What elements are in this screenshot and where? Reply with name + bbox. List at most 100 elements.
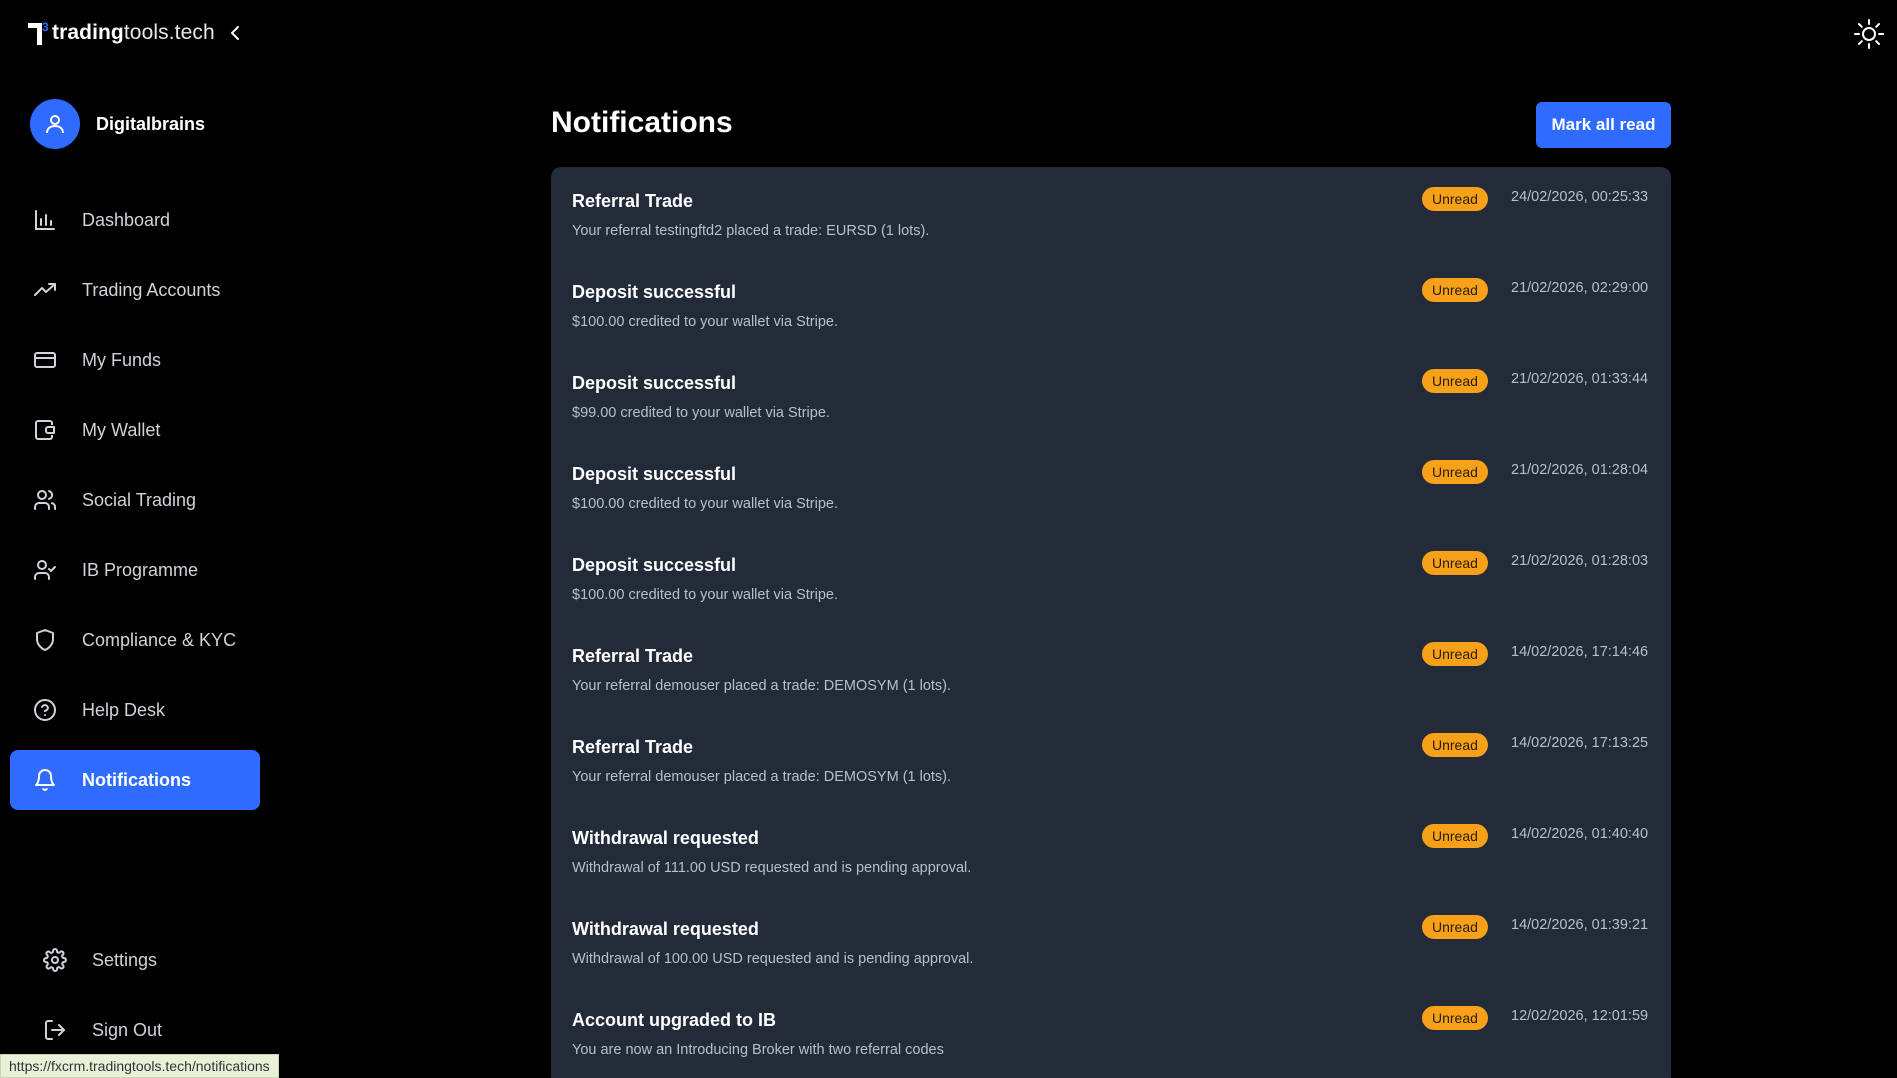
trending-up-icon	[32, 277, 58, 303]
avatar	[30, 99, 80, 149]
notification-title: Referral Trade	[572, 191, 694, 211]
notification-timestamp: 14/02/2026, 17:14:46	[1511, 644, 1649, 660]
unread-badge: Unread	[1422, 278, 1488, 302]
notification-item[interactable]: Deposit successful $100.00 credited to y…	[551, 531, 1671, 622]
notification-item[interactable]: Withdrawal requested Withdrawal of 100.0…	[551, 895, 1671, 986]
notification-message: Your referral demouser placed a trade: D…	[572, 769, 952, 785]
notification-item[interactable]: Referral Trade Your referral testingftd2…	[551, 167, 1671, 258]
theme-toggle-button[interactable]	[1853, 18, 1885, 50]
notification-message: $99.00 credited to your wallet via Strip…	[572, 405, 830, 421]
unread-badge: Unread	[1422, 1006, 1488, 1030]
notification-message: Your referral demouser placed a trade: D…	[572, 678, 952, 694]
sidebar-item-dashboard[interactable]: Dashboard	[10, 190, 260, 250]
notification-message: Withdrawal of 100.00 USD requested and i…	[572, 951, 974, 967]
sidebar-item-label: Dashboard	[82, 209, 171, 230]
sidebar-item-label: Compliance & KYC	[82, 629, 237, 650]
sidebar-item-label: Notifications	[82, 769, 192, 790]
sidebar-item-label: Help Desk	[82, 699, 166, 720]
sign-out-icon	[42, 1017, 68, 1043]
logo-mark-icon: 3	[28, 20, 49, 45]
unread-badge: Unread	[1422, 915, 1488, 939]
notification-message: Withdrawal of 111.00 USD requested and i…	[572, 860, 972, 876]
notification-item[interactable]: Withdrawal requested Withdrawal of 111.0…	[551, 804, 1671, 895]
notification-title: Account upgraded to IB	[572, 1010, 776, 1030]
notification-item[interactable]: Referral Trade Your referral demouser pl…	[551, 622, 1671, 713]
sidebar-item-label: My Funds	[82, 349, 162, 370]
mark-all-read-button[interactable]: Mark all read	[1536, 102, 1671, 148]
users-icon	[32, 487, 58, 513]
sidebar-item-label: Trading Accounts	[82, 279, 221, 300]
notification-message: $100.00 credited to your wallet via Stri…	[572, 314, 838, 330]
sidebar-item-compliance-kyc[interactable]: Compliance & KYC	[10, 610, 260, 670]
brand-name: tradingtools.tech	[52, 21, 215, 44]
user-icon	[46, 115, 64, 134]
unread-badge: Unread	[1422, 551, 1488, 575]
sidebar-item-my-wallet[interactable]: My Wallet	[10, 400, 260, 460]
notification-timestamp: 21/02/2026, 01:28:04	[1511, 462, 1649, 478]
sidebar-item-notifications[interactable]: Notifications	[10, 750, 260, 810]
notification-title: Deposit successful	[572, 555, 737, 575]
notification-timestamp: 21/02/2026, 01:28:03	[1511, 553, 1649, 569]
sidebar-item-ib-programme[interactable]: IB Programme	[10, 540, 260, 600]
unread-badge: Unread	[1422, 642, 1488, 666]
browser-status-url: https://fxcrm.tradingtools.tech/notifica…	[0, 1054, 279, 1078]
sidebar-item-trading-accounts[interactable]: Trading Accounts	[10, 260, 260, 320]
notification-timestamp: 14/02/2026, 01:40:40	[1511, 826, 1649, 842]
notifications-list: Referral Trade Your referral testingftd2…	[551, 167, 1671, 1078]
brand-logo[interactable]: 3 tradingtools.tech	[28, 18, 215, 48]
sidebar-nav: Dashboard Trading Accounts My Funds My W…	[10, 190, 260, 820]
shield-icon	[32, 627, 58, 653]
notification-item[interactable]: Deposit successful $99.00 credited to yo…	[551, 349, 1671, 440]
collapse-sidebar-button[interactable]	[226, 22, 244, 44]
credit-card-icon	[32, 347, 58, 373]
notification-message: $100.00 credited to your wallet via Stri…	[572, 587, 838, 603]
notification-title: Withdrawal requested	[572, 828, 759, 848]
notification-item[interactable]: Deposit successful $100.00 credited to y…	[551, 258, 1671, 349]
sidebar-item-social-trading[interactable]: Social Trading	[10, 470, 260, 530]
gear-icon	[42, 947, 68, 973]
chevron-left-icon	[231, 26, 239, 40]
notification-timestamp: 24/02/2026, 00:25:33	[1511, 189, 1649, 205]
sidebar-item-label: Sign Out	[92, 1019, 163, 1040]
sidebar-item-label: My Wallet	[82, 419, 161, 440]
notification-title: Referral Trade	[572, 737, 694, 757]
unread-badge: Unread	[1422, 187, 1488, 211]
help-circle-icon	[32, 697, 58, 723]
sidebar-item-label: Social Trading	[82, 489, 197, 510]
notification-title: Withdrawal requested	[572, 919, 759, 939]
notification-timestamp: 12/02/2026, 12:01:59	[1511, 1008, 1649, 1024]
notification-timestamp: 14/02/2026, 01:39:21	[1511, 917, 1649, 933]
bell-icon	[32, 767, 58, 793]
sidebar-item-label: IB Programme	[82, 559, 199, 580]
notification-item[interactable]: Deposit successful $100.00 credited to y…	[551, 440, 1671, 531]
sidebar-item-settings[interactable]: Settings	[20, 930, 260, 990]
sidebar-item-sign-out[interactable]: Sign Out	[20, 1000, 260, 1060]
notification-title: Deposit successful	[572, 464, 737, 484]
notification-title: Referral Trade	[572, 646, 694, 666]
sidebar-item-help-desk[interactable]: Help Desk	[10, 680, 260, 740]
wallet-icon	[32, 417, 58, 443]
unread-badge: Unread	[1422, 824, 1488, 848]
notification-message: Your referral testingftd2 placed a trade…	[572, 223, 930, 239]
notification-timestamp: 14/02/2026, 17:13:25	[1511, 735, 1649, 751]
user-name: Digitalbrains	[96, 113, 206, 134]
page-title: Notifications	[551, 106, 733, 139]
notification-item[interactable]: Referral Trade Your referral demouser pl…	[551, 713, 1671, 804]
unread-badge: Unread	[1422, 369, 1488, 393]
user-check-icon	[32, 557, 58, 583]
notification-message: $100.00 credited to your wallet via Stri…	[572, 496, 838, 512]
sidebar-bottom-nav: Settings Sign Out	[20, 930, 260, 1070]
unread-badge: Unread	[1422, 460, 1488, 484]
notification-message: You are now an Introducing Broker with t…	[572, 1042, 944, 1058]
sun-icon	[1854, 19, 1884, 49]
user-profile[interactable]: Digitalbrains	[30, 99, 205, 149]
sidebar-item-label: Settings	[92, 949, 158, 970]
notification-title: Deposit successful	[572, 282, 737, 302]
bar-chart-icon	[32, 207, 58, 233]
notification-timestamp: 21/02/2026, 01:33:44	[1511, 371, 1649, 387]
notification-timestamp: 21/02/2026, 02:29:00	[1511, 280, 1649, 296]
notification-title: Deposit successful	[572, 373, 737, 393]
sidebar-item-my-funds[interactable]: My Funds	[10, 330, 260, 390]
notification-item[interactable]: Account upgraded to IB You are now an In…	[551, 986, 1671, 1077]
unread-badge: Unread	[1422, 733, 1488, 757]
